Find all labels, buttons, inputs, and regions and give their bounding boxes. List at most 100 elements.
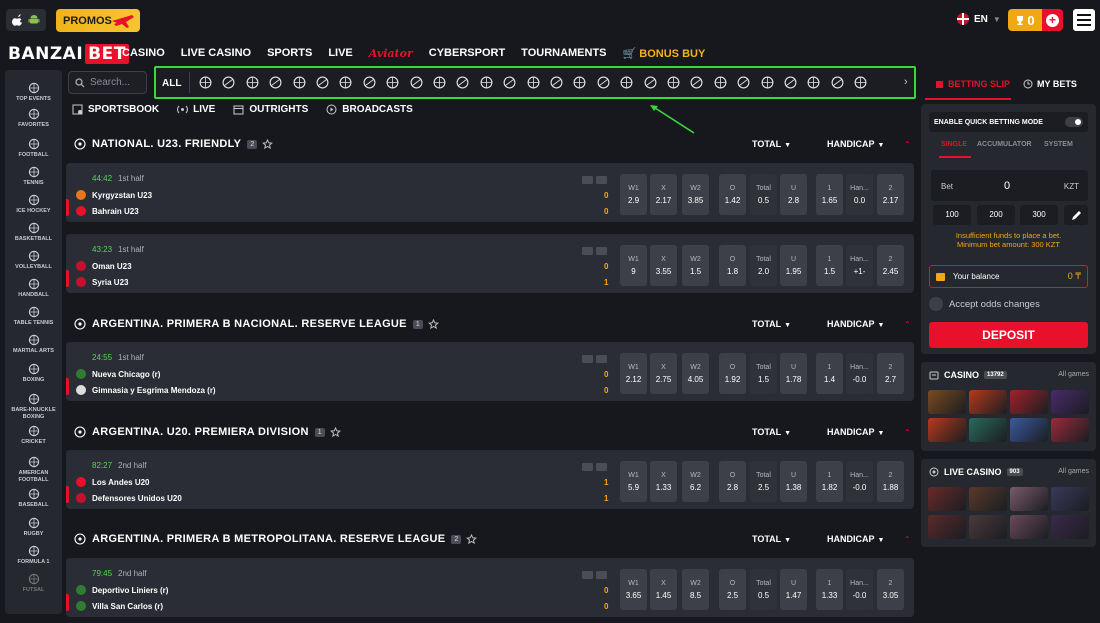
league-header[interactable]: ARGENTINA. PRIMERA B METROPOLITANA. RESE… (74, 528, 914, 550)
sport-category-icon[interactable] (527, 76, 540, 89)
sidebar-item-american-football[interactable]: AMERICAN FOOTBALL (5, 456, 62, 484)
match-row[interactable]: 82:27 2nd half Los Andes U20 Defensores Uni… (66, 450, 914, 509)
sidebar-item-top-events[interactable]: TOP EVENTS (5, 82, 62, 103)
bet-type-system[interactable]: SYSTEM (1044, 141, 1073, 148)
sport-category-icon[interactable] (293, 76, 306, 89)
bet-type-accumulator[interactable]: ACCUMULATOR (977, 141, 1032, 148)
market-select-handicap[interactable]: HANDICAP ▼ (827, 139, 884, 149)
sidebar-item-handball[interactable]: HANDBALL (5, 278, 62, 299)
odd-button[interactable]: X 1.45 (650, 569, 677, 610)
apple-icon[interactable] (12, 14, 24, 26)
odd-button[interactable]: 2 3.05 (877, 569, 904, 610)
video-icon[interactable] (596, 355, 607, 363)
video-icon[interactable] (596, 463, 607, 471)
sport-category-icon[interactable] (761, 76, 774, 89)
favorite-star-icon[interactable] (466, 533, 478, 545)
odd-button[interactable]: O 2.8 (719, 461, 746, 502)
odd-button[interactable]: 1 1.33 (816, 569, 843, 610)
game-thumbnail[interactable] (928, 418, 966, 442)
chevron-right-icon[interactable]: › (904, 76, 908, 88)
bet-amount-field[interactable]: Bet 0 KZT (931, 170, 1088, 201)
match-media-icons[interactable] (582, 571, 607, 579)
sport-category-icon[interactable] (386, 76, 399, 89)
nav-sports[interactable]: SPORTS (267, 47, 312, 60)
live-casino-header[interactable]: LIVE CASINO 903 (929, 467, 1023, 477)
odd-button[interactable]: U 1.78 (780, 353, 807, 394)
sport-category-icon[interactable] (339, 76, 352, 89)
edit-amounts-button[interactable] (1064, 205, 1088, 225)
league-header[interactable]: NATIONAL. U23. FRIENDLY 2 TOTAL ▼ HANDICAP ▼ ⌃ (74, 133, 914, 155)
sidebar-item-martial-arts[interactable]: MARTIAL ARTS (5, 334, 62, 355)
tab-my-bets[interactable]: MY BETS (1023, 79, 1077, 89)
odd-button[interactable]: U 1.38 (780, 461, 807, 502)
sidebar-item-futsal[interactable]: FUTSAL (5, 573, 62, 594)
game-thumbnail[interactable] (969, 418, 1007, 442)
match-media-icons[interactable] (582, 247, 607, 255)
game-thumbnail[interactable] (1010, 515, 1048, 539)
collapse-icon[interactable]: ⌃ (904, 428, 911, 437)
tab-betting-slip[interactable]: BETTING SLIP (935, 79, 1010, 89)
sidebar-item-rugby[interactable]: RUGBY (5, 517, 62, 538)
sport-category-icon[interactable] (690, 76, 703, 89)
game-thumbnail[interactable] (969, 390, 1007, 414)
match-media-icons[interactable] (582, 355, 607, 363)
sport-category-icon[interactable] (550, 76, 563, 89)
odd-button[interactable]: O 1.42 (719, 174, 746, 215)
league-header[interactable]: ARGENTINA. PRIMERA B NACIONAL. RESERVE L… (74, 313, 914, 335)
stats-icon[interactable] (582, 355, 593, 363)
promos-button[interactable]: PROMOS (56, 9, 140, 32)
sport-category-icon[interactable] (410, 76, 423, 89)
odd-button[interactable]: O 2.5 (719, 569, 746, 610)
casino-header[interactable]: CASINO 13792 (929, 370, 1007, 380)
sidebar-item-cricket[interactable]: CRICKET (5, 425, 62, 446)
quick-amount-200[interactable]: 200 (977, 205, 1015, 225)
app-download-buttons[interactable] (6, 9, 46, 31)
nav-casino[interactable]: CASINO (122, 47, 165, 60)
favorite-star-icon[interactable] (329, 426, 341, 438)
odd-button[interactable]: W2 1.5 (682, 245, 709, 286)
odd-button[interactable]: W2 8.5 (682, 569, 709, 610)
nav-bonus-buy[interactable]: 🛒 BONUS BUY (623, 47, 706, 60)
sport-category-icon[interactable] (854, 76, 867, 89)
game-thumbnail[interactable] (1051, 487, 1089, 511)
tab-live[interactable]: LIVE (177, 104, 215, 115)
game-thumbnail[interactable] (1010, 390, 1048, 414)
match-media-icons[interactable] (582, 463, 607, 471)
stats-icon[interactable] (582, 571, 593, 579)
sport-category-icon[interactable] (831, 76, 844, 89)
sport-category-icon[interactable] (480, 76, 493, 89)
game-thumbnail[interactable] (1051, 418, 1089, 442)
sport-category-icon[interactable] (246, 76, 259, 89)
sport-category-icon[interactable] (620, 76, 633, 89)
favorite-star-icon[interactable] (262, 138, 274, 150)
game-thumbnail[interactable] (1051, 390, 1089, 414)
stats-icon[interactable] (582, 176, 593, 184)
checkbox-circle[interactable] (929, 297, 943, 311)
odd-button[interactable]: 1 1.4 (816, 353, 843, 394)
odd-button[interactable]: U 1.95 (780, 245, 807, 286)
quick-amount-100[interactable]: 100 (933, 205, 971, 225)
sport-category-icon[interactable] (503, 76, 516, 89)
sport-category-icon[interactable] (199, 76, 212, 89)
market-select-handicap[interactable]: HANDICAP ▼ (827, 427, 884, 437)
sport-category-icon[interactable] (644, 76, 657, 89)
video-icon[interactable] (596, 176, 607, 184)
game-thumbnail[interactable] (969, 515, 1007, 539)
odd-button[interactable]: W1 3.65 (620, 569, 647, 610)
sidebar-item-baseball[interactable]: BASEBALL (5, 488, 62, 509)
casino-all-games-link[interactable]: All games (1058, 371, 1089, 378)
game-thumbnail[interactable] (928, 390, 966, 414)
odd-button[interactable]: 1 1.82 (816, 461, 843, 502)
video-icon[interactable] (596, 247, 607, 255)
sport-category-icon[interactable] (269, 76, 282, 89)
bet-type-single[interactable]: SINGLE (941, 141, 967, 148)
match-row[interactable]: 43:23 1st half Oman U23 Syria U23 0 1 W1 9 X 3.55… (66, 234, 914, 293)
quick-amount-300[interactable]: 300 (1020, 205, 1058, 225)
market-select-handicap[interactable]: HANDICAP ▼ (827, 534, 884, 544)
tab-broadcasts[interactable]: BROADCASTS (326, 104, 413, 115)
sport-category-icon[interactable] (714, 76, 727, 89)
market-select-handicap[interactable]: HANDICAP ▼ (827, 319, 884, 329)
odd-button[interactable]: X 2.17 (650, 174, 677, 215)
odd-button[interactable]: W2 3.85 (682, 174, 709, 215)
odd-button[interactable]: X 3.55 (650, 245, 677, 286)
